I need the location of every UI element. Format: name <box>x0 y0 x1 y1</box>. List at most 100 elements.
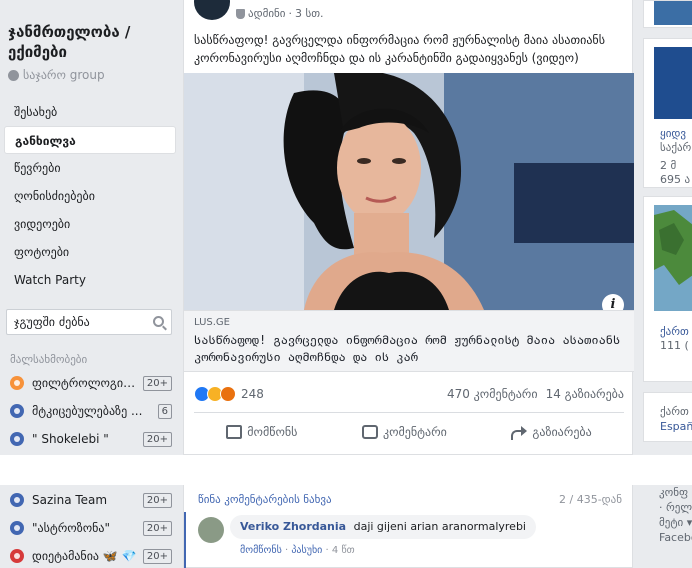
post-text: სასწრაფოდ! გავრცელდა ინფორმაცია რომ ჟურნ… <box>194 33 605 65</box>
right-card-language: ქართ Españ <box>643 392 692 442</box>
post-card: ადმინი · 3 სთ. სასწრაფოდ! გავრცელდა ინფო… <box>183 0 634 455</box>
comment-text: daji gijeni arian aranormalyrebi <box>353 520 526 533</box>
shortcut-badge: 6 <box>157 403 172 419</box>
nav-item-discussion[interactable]: განხილვა <box>4 126 176 154</box>
comment-reply-link[interactable]: პასუხი <box>291 545 322 556</box>
shortcut-badge: 20+ <box>142 548 172 564</box>
admin-shield-icon <box>236 8 245 19</box>
shortcut-badge: 20+ <box>142 431 172 447</box>
comment-like-link[interactable]: მომწონს <box>240 545 282 556</box>
page-avatar[interactable] <box>194 0 230 20</box>
right-footer: კონფ · რელ მეტი ▾ Facebo <box>643 486 692 568</box>
comment-counter: 2 / 435-დან <box>559 493 622 506</box>
shortcut-item[interactable]: Sazina Team 20+ <box>10 491 172 509</box>
info-icon[interactable]: i <box>602 294 624 310</box>
shortcut-badge: 20+ <box>142 492 172 508</box>
group-icon <box>10 432 24 446</box>
map-title[interactable]: ქართ <box>660 325 689 339</box>
comment-icon <box>361 424 378 439</box>
nav-item-members[interactable]: წევრები <box>4 154 176 182</box>
shortcut-item[interactable]: მტკიცებულებაზე ... 6 <box>10 402 172 420</box>
shortcut-label: მტკიცებულებაზე ... <box>32 404 143 418</box>
comment-button[interactable]: კომენტარი <box>361 424 447 439</box>
right-card-ad[interactable]: ყიდვ საქარ 2 მ 695 ა <box>643 38 692 188</box>
shortcuts-heading: მალსახმობები <box>10 353 88 366</box>
comment-item: Veriko Zhordania daji gijeni arian arano… <box>184 512 632 568</box>
link-title[interactable]: სასწრაფოდ! გავრცელდა ინფორმაცია რომ ჟურნ… <box>194 332 624 366</box>
group-icon <box>10 521 24 535</box>
nav-item-events[interactable]: ღონისძიებები <box>4 182 176 210</box>
shortcut-item[interactable]: "ასტროზონა" 20+ <box>10 519 172 537</box>
group-icon <box>10 404 24 418</box>
ad-meta: 695 ა <box>660 173 691 186</box>
engagement-counts: 470 კომენტარი 14 გაზიარება <box>447 387 624 401</box>
group-search-input[interactable]: ჯგუფში ძებნა <box>6 309 172 335</box>
post-author-role: ადმინი <box>248 7 286 20</box>
shares-count[interactable]: 14 გაზიარება <box>546 387 624 401</box>
shortcut-label: ფილტროლოგიას/... <box>32 376 139 390</box>
language-current[interactable]: ქართ <box>660 405 689 419</box>
meta-separator: · <box>288 7 292 20</box>
map-meta: 111 ( <box>660 339 689 352</box>
angry-icon <box>220 386 236 402</box>
group-icon <box>10 376 24 390</box>
ad-subtitle: საქარ <box>660 141 692 154</box>
map-thumbnail[interactable] <box>654 205 692 311</box>
comment-bubble: Veriko Zhordania daji gijeni arian arano… <box>230 515 536 539</box>
reaction-count: 248 <box>241 387 264 401</box>
shortcut-item[interactable]: დიეტამანია 🦋 💎 20+ <box>10 547 172 565</box>
ad-thumbnail[interactable] <box>654 1 692 25</box>
woman-photo <box>184 73 634 310</box>
comment-label: კომენტარი <box>382 424 447 439</box>
ad-title[interactable]: ყიდვ <box>660 127 686 141</box>
language-option[interactable]: Españ <box>660 420 692 434</box>
nav-item-about[interactable]: შესახებ <box>4 98 176 126</box>
group-icon <box>10 549 24 563</box>
post-meta: ადმინი · 3 სთ. <box>236 7 324 20</box>
like-button[interactable]: მომწონს <box>226 424 298 439</box>
nav-item-watch-party[interactable]: Watch Party <box>4 266 176 294</box>
like-label: მომწონს <box>247 424 298 439</box>
post-actions: მომწონს კომენტარი გაზიარება <box>194 412 624 450</box>
reaction-summary[interactable]: 248 <box>194 386 264 402</box>
post-image[interactable]: i <box>184 73 634 310</box>
post-stats: 248 470 კომენტარი 14 გაზიარება <box>194 384 624 404</box>
ad-meta: 2 მ <box>660 159 677 172</box>
comments-count[interactable]: 470 კომენტარი <box>447 387 538 401</box>
group-title[interactable]: ჯანმრთელობა / ექიმები <box>8 22 178 62</box>
shortcut-item[interactable]: ფილტროლოგიას/... 20+ <box>10 374 172 392</box>
right-column: ყიდვ საქარ 2 მ 695 ა ქართ 111 ( ქართ Esp… <box>643 0 692 568</box>
globe-icon <box>8 69 19 81</box>
share-button[interactable]: გაზიარება <box>511 424 592 440</box>
footer-more[interactable]: მეტი ▾ <box>659 516 692 530</box>
share-icon <box>511 425 528 440</box>
group-privacy-label: საჯარო group <box>23 68 105 82</box>
shortcut-label: Sazina Team <box>32 493 108 507</box>
share-label: გაზიარება <box>532 424 592 439</box>
comment-time[interactable]: 4 წთ <box>332 545 355 556</box>
group-nav: შესახებ განხილვა წევრები ღონისძიებები ვი… <box>4 98 176 294</box>
shortcut-item[interactable]: " Shokelebi " 20+ <box>10 430 172 448</box>
footer-copyright: Facebo <box>659 531 692 544</box>
group-icon <box>10 493 24 507</box>
footer-link[interactable]: კონფ <box>659 486 688 500</box>
comments-section: წინა კომენტარების ნახვა 2 / 435-დან Veri… <box>183 485 633 568</box>
right-card-top <box>643 0 692 28</box>
shortcut-label: "ასტროზონა" <box>32 521 111 535</box>
thumbs-up-icon <box>226 424 243 439</box>
post-time[interactable]: 3 სთ. <box>295 7 324 20</box>
ad-thumbnail[interactable] <box>654 47 692 119</box>
commenter-name[interactable]: Veriko Zhordania <box>240 520 346 533</box>
view-previous-comments[interactable]: წინა კომენტარების ნახვა <box>198 493 332 506</box>
comment-meta: მომწონს · პასუხი · 4 წთ <box>240 545 355 556</box>
nav-item-photos[interactable]: ფოტოები <box>4 238 176 266</box>
commenter-avatar[interactable] <box>198 517 224 543</box>
right-card-map[interactable]: ქართ 111 ( <box>643 196 692 382</box>
link-preview[interactable]: LUS.GE სასწრაფოდ! გავრცელდა ინფორმაცია რ… <box>184 310 634 372</box>
nav-item-videos[interactable]: ვიდეოები <box>4 210 176 238</box>
shortcut-label: დიეტამანია 🦋 💎 <box>32 549 137 563</box>
footer-link[interactable]: · რელ <box>659 501 692 515</box>
map-shape <box>654 205 692 311</box>
group-privacy: საჯარო group <box>8 68 105 82</box>
search-icon[interactable] <box>153 316 164 327</box>
